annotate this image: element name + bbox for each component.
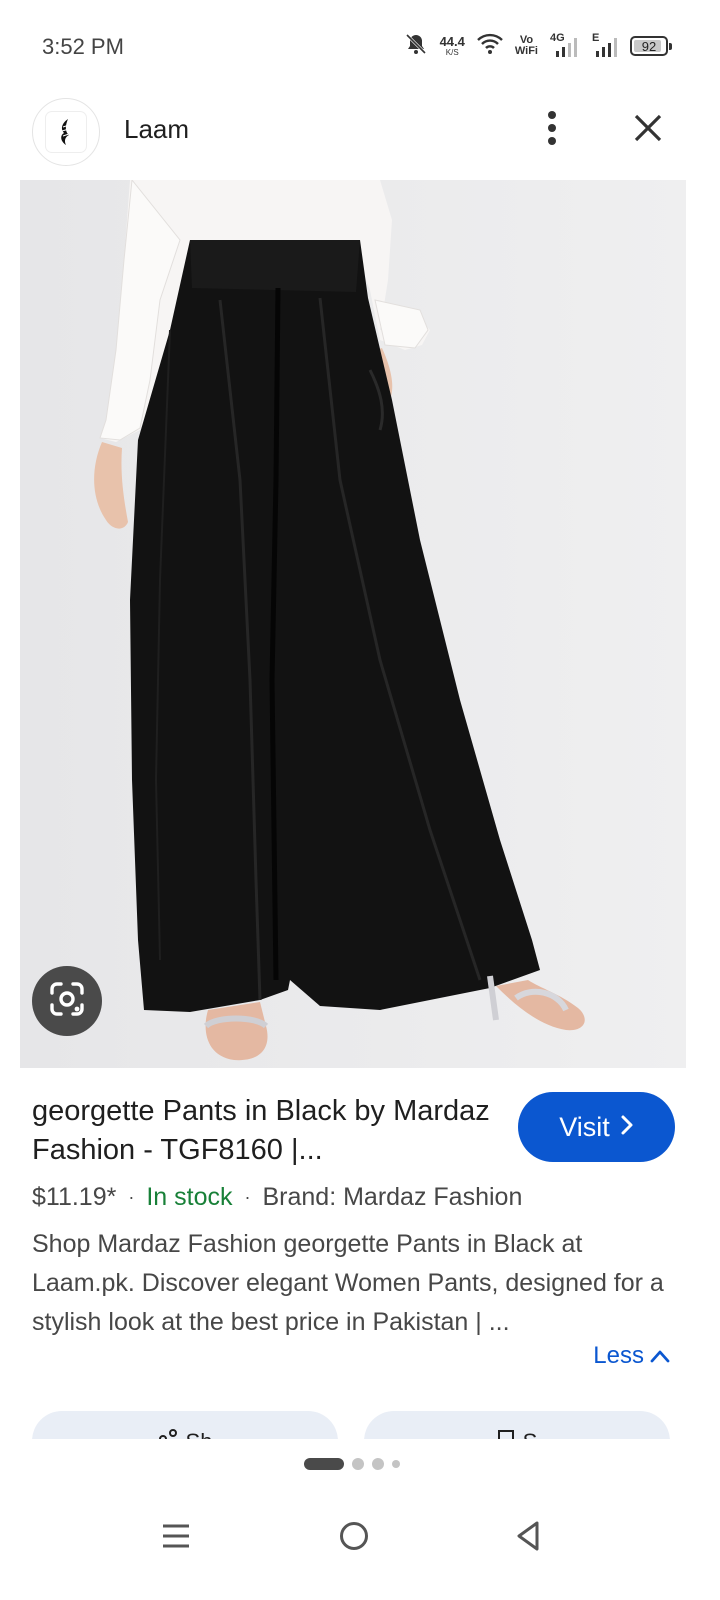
home-circle-icon [338, 1520, 370, 1557]
visit-button[interactable]: Visit [518, 1092, 675, 1162]
product-image[interactable] [20, 180, 686, 1068]
product-description: Shop Mardaz Fashion georgette Pants in B… [32, 1230, 664, 1336]
vowifi-indicator: Vo WiFi [515, 35, 538, 57]
status-icons: 44.4 K/S Vo WiFi 4G E 92 [404, 30, 672, 62]
close-button[interactable] [620, 106, 676, 154]
wifi-icon [477, 33, 503, 60]
share-chip[interactable]: Sh [32, 1411, 338, 1439]
site-logo[interactable] [32, 98, 100, 166]
signal-4g-icon: 4G [550, 32, 580, 58]
result-title[interactable]: georgette Pants in Black by Mardaz Fashi… [32, 1092, 502, 1170]
action-chips: Sh S [0, 1405, 720, 1439]
google-lens-button[interactable] [32, 966, 102, 1036]
menu-icon [161, 1522, 191, 1555]
status-bar: 3:52 PM 44.4 K/S Vo WiFi 4G E 92 [0, 0, 720, 92]
save-icon [497, 1429, 515, 1439]
page-indicator [304, 1457, 400, 1471]
save-chip[interactable]: S [364, 1411, 670, 1439]
separator-dot: · [128, 1186, 135, 1207]
recents-button[interactable] [146, 1508, 206, 1568]
system-nav-bar [0, 1490, 720, 1600]
page-dot [392, 1460, 400, 1468]
page-dot-active [304, 1458, 344, 1470]
more-vert-icon [546, 110, 558, 151]
net-speed: 44.4 K/S [440, 35, 465, 57]
site-name: Laam [124, 114, 190, 144]
battery-level: 92 [641, 38, 657, 54]
back-button[interactable] [498, 1508, 558, 1568]
visit-label: Visit [559, 1111, 610, 1142]
save-label: S [523, 1429, 538, 1439]
battery-icon: 92 [630, 36, 672, 56]
page-dot [352, 1458, 364, 1470]
bell-off-icon [404, 32, 428, 61]
chevron-right-icon [620, 1112, 634, 1143]
page-dot [372, 1458, 384, 1470]
less-label: Less [593, 1342, 644, 1369]
product-photo [20, 180, 686, 1068]
signal-e-icon: E [592, 32, 618, 58]
home-button[interactable] [324, 1508, 384, 1568]
status-time: 3:52 PM [42, 34, 124, 59]
laam-logo-icon [46, 112, 86, 152]
result-header: Laam [0, 92, 720, 180]
less-button[interactable]: Less [593, 1342, 670, 1370]
product-meta: $11.19* · In stock · Brand: Mardaz Fashi… [32, 1180, 522, 1214]
back-triangle-icon [513, 1520, 543, 1557]
share-icon [158, 1429, 178, 1439]
share-label: Sh [186, 1429, 213, 1439]
separator-dot: · [244, 1186, 251, 1207]
net-speed-value: 44.4 [439, 34, 465, 49]
google-lens-icon [48, 980, 86, 1023]
vowifi-bottom: WiFi [514, 45, 538, 57]
net-speed-unit: K/S [445, 48, 459, 57]
price: $11.19* [32, 1182, 117, 1211]
close-icon [633, 113, 663, 148]
battery-tip [669, 43, 672, 50]
more-options-button[interactable] [530, 106, 574, 154]
chevron-up-icon [650, 1342, 670, 1370]
stock-status: In stock [146, 1182, 233, 1211]
brand: Brand: Mardaz Fashion [262, 1182, 523, 1211]
